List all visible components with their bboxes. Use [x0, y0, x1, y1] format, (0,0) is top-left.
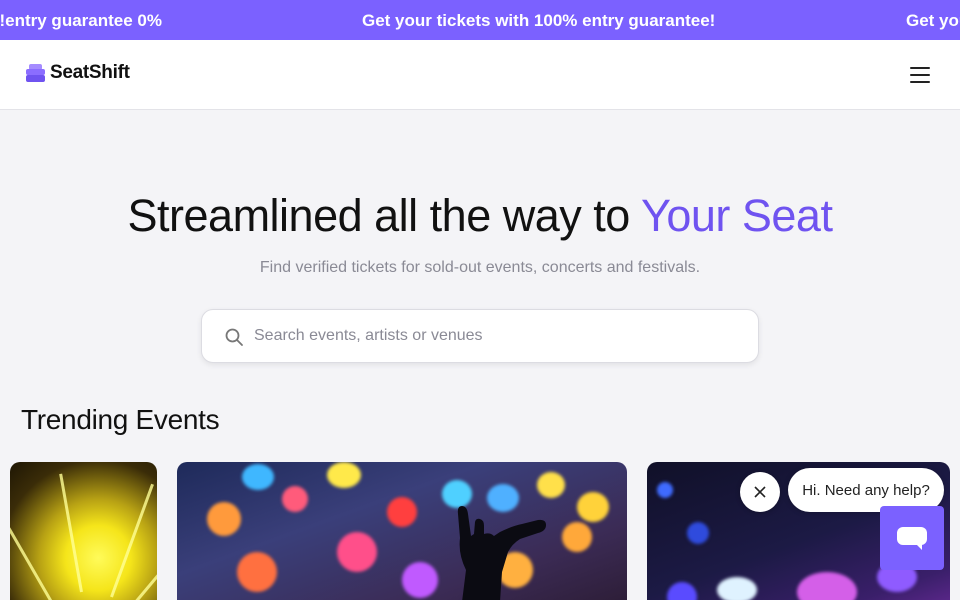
- rock-hand-silhouette: [457, 506, 546, 600]
- promo-text-left: 0% entry guarantee!: [0, 11, 162, 30]
- trending-events-title: Trending Events: [21, 404, 220, 435]
- promo-text-right: Get you: [906, 11, 960, 30]
- search-input[interactable]: [254, 320, 734, 352]
- site-header: SeatShift: [0, 40, 960, 110]
- brand-logo-link[interactable]: SeatShift: [26, 62, 130, 84]
- promo-text: Get your tickets with 100% entry guarant…: [362, 11, 716, 30]
- event-card[interactable]: [10, 462, 157, 600]
- hamburger-icon: [910, 67, 930, 69]
- hero-title-plain: Streamlined all the way to: [127, 190, 641, 241]
- chat-launcher-button[interactable]: [880, 506, 944, 570]
- chat-dismiss-button[interactable]: [740, 472, 780, 512]
- hero-title: Streamlined all the way to Your Seat: [0, 190, 960, 242]
- hamburger-menu-button[interactable]: [906, 64, 934, 86]
- hero-subtitle: Find verified tickets for sold-out event…: [259, 259, 701, 276]
- chat-icon: [897, 527, 927, 550]
- search-bar[interactable]: [201, 309, 759, 363]
- promo-banner: 0% entry guarantee! Get your tickets wit…: [0, 0, 960, 40]
- stacked-seats-icon: [26, 64, 45, 82]
- brand-name: SeatShift: [50, 62, 130, 83]
- hero-title-accent: Your Seat: [640, 190, 833, 241]
- close-icon: [754, 486, 766, 498]
- search-icon: [225, 328, 243, 346]
